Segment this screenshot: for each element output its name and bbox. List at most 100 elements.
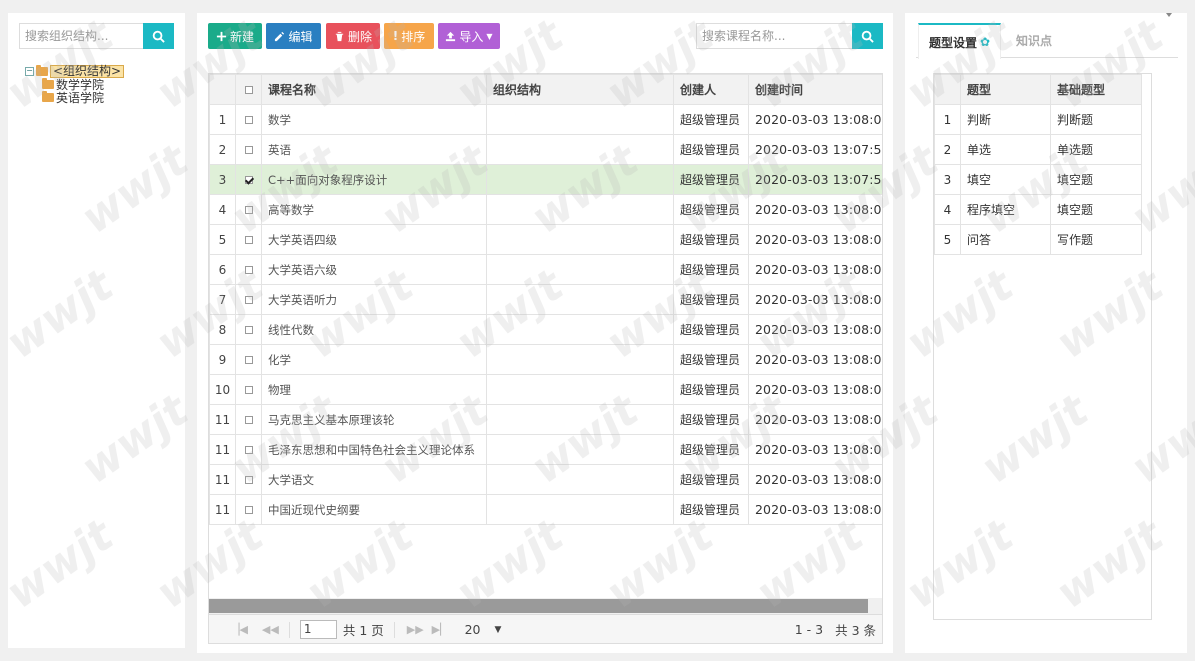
cell-creator: 超级管理员 [673, 134, 749, 165]
plus-icon [216, 31, 227, 41]
checkbox-icon[interactable] [244, 146, 253, 154]
cell-org [486, 224, 674, 255]
cell-base-type: 判断题 [1050, 104, 1142, 135]
tab-question-type[interactable]: 题型设置 ✿ [918, 23, 1001, 59]
checkbox-icon[interactable] [244, 446, 253, 454]
checkbox-icon[interactable] [244, 236, 253, 244]
scrollbar-thumb[interactable] [209, 599, 868, 613]
next-page-icon[interactable]: ▶▶ [407, 623, 424, 636]
checkbox-icon[interactable] [244, 296, 253, 304]
table-row[interactable]: 2 英语 超级管理员 2020-03-03 13:07:58 [209, 134, 882, 165]
select-all-checkbox[interactable] [235, 74, 262, 105]
pencil-icon [275, 31, 285, 41]
row-number: 11 [209, 494, 236, 525]
cell-creator: 超级管理员 [673, 344, 749, 375]
checkbox-icon[interactable] [244, 416, 253, 424]
checkbox-icon[interactable] [244, 116, 253, 124]
table-row[interactable]: 11 马克思主义基本原理该轮 超级管理员 2020-03-03 13:08:03 [209, 404, 882, 435]
checkbox-icon[interactable] [244, 176, 253, 184]
gear-icon[interactable]: ✿ [980, 35, 990, 49]
folder-icon [42, 78, 54, 89]
new-button[interactable]: 新建 [208, 23, 262, 49]
table-row[interactable]: 11 毛泽东思想和中国特色社会主义理论体系 超级管理员 2020-03-03 13:0… [209, 434, 882, 465]
table-row[interactable]: 10 物理 超级管理员 2020-03-03 13:08:03 [209, 374, 882, 405]
row-checkbox[interactable] [235, 464, 262, 495]
checkbox-icon[interactable] [244, 356, 253, 364]
column-header-base-type[interactable]: 基础题型 [1050, 74, 1142, 105]
table-row[interactable]: 2 单选 单选题 [934, 134, 1142, 165]
page-size-select[interactable]: 20 [465, 622, 481, 637]
table-row[interactable]: 11 中国近现代史纲要 超级管理员 2020-03-03 13:08:03 [209, 494, 882, 525]
tree-root-node[interactable]: − <组织结构> [25, 65, 125, 78]
last-page-icon[interactable]: ▶▏ [432, 623, 449, 636]
table-row[interactable]: 4 程序填空 填空题 [934, 194, 1142, 225]
tab-bar: 题型设置 ✿ 知识点 [916, 23, 1178, 59]
row-number-header [209, 74, 236, 105]
dropdown-arrow-icon[interactable]: ▼ [495, 625, 502, 635]
column-header-org[interactable]: 组织结构 [486, 74, 674, 105]
scroll-up-icon[interactable] [1166, 13, 1172, 17]
row-checkbox[interactable] [235, 284, 262, 315]
checkbox-icon[interactable] [244, 476, 253, 484]
cell-course-name: 毛泽东思想和中国特色社会主义理论体系 [261, 434, 487, 465]
tree-node-label[interactable]: 数学学院 [56, 78, 104, 92]
org-search-button[interactable] [143, 23, 174, 49]
row-checkbox[interactable] [235, 434, 262, 465]
row-checkbox[interactable] [235, 404, 262, 435]
row-checkbox[interactable] [235, 494, 262, 525]
row-checkbox[interactable] [235, 254, 262, 285]
column-header-type[interactable]: 题型 [960, 74, 1051, 105]
row-checkbox[interactable] [235, 224, 262, 255]
table-row[interactable]: 4 高等数学 超级管理员 2020-03-03 13:08:03 [209, 194, 882, 225]
org-search-input[interactable] [20, 24, 143, 48]
table-row[interactable]: 11 大学语文 超级管理员 2020-03-03 13:08:03 [209, 464, 882, 495]
course-search-button[interactable] [852, 23, 883, 49]
tree-node-math[interactable]: 数学学院 [25, 78, 124, 92]
cell-creator: 超级管理员 [673, 404, 749, 435]
row-checkbox[interactable] [235, 374, 262, 405]
table-row[interactable]: 6 大学英语六级 超级管理员 2020-03-03 13:08:03 [209, 254, 882, 285]
table-row[interactable]: 9 化学 超级管理员 2020-03-03 13:08:03 [209, 344, 882, 375]
row-checkbox[interactable] [235, 134, 262, 165]
import-button[interactable]: 导入 ▼ [438, 23, 500, 49]
edit-button[interactable]: 编辑 [266, 23, 321, 49]
tree-node-label[interactable]: 英语学院 [56, 91, 104, 105]
page-number-input[interactable]: 1 [299, 620, 337, 639]
column-header-course[interactable]: 课程名称 [261, 74, 487, 105]
checkbox-icon[interactable] [244, 326, 253, 334]
checkbox-icon[interactable] [244, 506, 253, 514]
delete-button[interactable]: 删除 [326, 23, 380, 49]
course-search-field[interactable] [696, 23, 853, 49]
table-row[interactable]: 8 线性代数 超级管理员 2020-03-03 13:08:02 [209, 314, 882, 345]
checkbox-icon[interactable] [244, 266, 253, 274]
collapse-icon[interactable]: − [25, 67, 34, 76]
org-search-field[interactable] [19, 23, 144, 49]
row-checkbox[interactable] [235, 164, 262, 195]
tree-node-english[interactable]: 英语学院 [25, 91, 124, 105]
prev-page-icon[interactable]: ◀◀ [262, 623, 279, 636]
row-checkbox[interactable] [235, 194, 262, 225]
table-row[interactable]: 3 填空 填空题 [934, 164, 1142, 195]
column-header-creator[interactable]: 创建人 [673, 74, 749, 105]
horizontal-scrollbar[interactable] [209, 598, 882, 614]
table-row[interactable]: 1 数学 超级管理员 2020-03-03 13:08:03 [209, 104, 882, 135]
row-checkbox[interactable] [235, 104, 262, 135]
tab-knowledge-point[interactable]: 知识点 [1016, 23, 1052, 58]
first-page-icon[interactable]: ▕◀ [231, 623, 248, 636]
cell-type: 判断 [960, 104, 1051, 135]
table-row[interactable]: 5 大学英语四级 超级管理员 2020-03-03 13:08:03 [209, 224, 882, 255]
table-row[interactable]: 1 判断 判断题 [934, 104, 1142, 135]
checkbox-icon[interactable] [244, 206, 253, 214]
checkbox-icon[interactable] [244, 386, 253, 394]
row-checkbox[interactable] [235, 314, 262, 345]
column-header-time[interactable]: 创建时间 [748, 74, 882, 105]
table-row[interactable]: 3 C++面向对象程序设计 超级管理员 2020-03-03 13:07:52 [209, 164, 882, 195]
tree-root-label[interactable]: <组织结构> [50, 65, 125, 78]
course-search-input[interactable] [697, 24, 852, 48]
table-row[interactable]: 5 问答 写作题 [934, 224, 1142, 255]
checkbox-icon[interactable] [244, 86, 253, 94]
table-row[interactable]: 7 大学英语听力 超级管理员 2020-03-03 13:08:03 [209, 284, 882, 315]
sort-button[interactable]: ! 排序 [384, 23, 434, 49]
row-checkbox[interactable] [235, 344, 262, 375]
folder-icon [42, 91, 54, 102]
